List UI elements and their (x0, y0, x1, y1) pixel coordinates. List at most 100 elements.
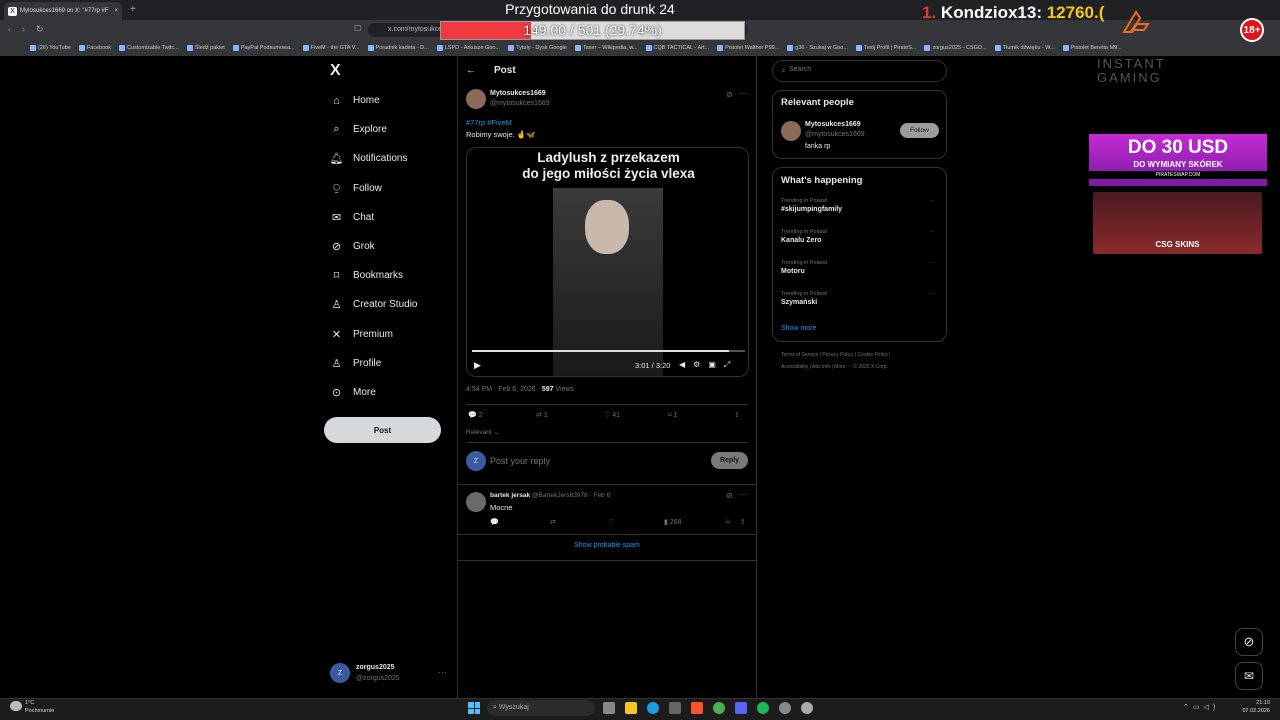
nav-item-profile[interactable]: ♙ Profile (330, 357, 382, 370)
show-more-link[interactable]: Show more (781, 325, 816, 332)
nav-item-more[interactable]: ⊙ More (330, 386, 376, 399)
nav-item-premium[interactable]: ✕ Premium (330, 328, 393, 341)
video-player[interactable]: Ladylush z przekazem do jego miłości życ… (466, 147, 749, 377)
account-more-icon[interactable]: ··· (438, 667, 447, 677)
bookmark-item[interactable]: Customizable Twitc... (118, 45, 179, 51)
bookmark-action[interactable]: ⌑ 1 (668, 411, 734, 419)
search-box[interactable]: ⌕ (772, 60, 947, 82)
volume-icon[interactable]: ◀ (679, 360, 693, 369)
new-tab-button[interactable]: + (130, 4, 136, 15)
bookmark-item[interactable]: zorgus2025 - CSGO... (924, 45, 987, 51)
play-icon[interactable]: ▶ (474, 360, 481, 371)
nav-item-creator-studio[interactable]: ♙ Creator Studio (330, 298, 418, 311)
footer-links-2[interactable]: Accessibility | Ads info | More ··· © 20… (781, 364, 888, 370)
bookmark-item[interactable]: (26) YouTube (30, 45, 71, 51)
bookmark-item[interactable]: Poradnik kadeta - D... (367, 45, 429, 51)
bookmark-item[interactable]: Pistolet Walther P99... (717, 45, 779, 51)
bookmark-item[interactable]: Tytuły - Dysk Google (508, 45, 567, 51)
forward-icon[interactable]: › (22, 24, 25, 34)
bookmark-item[interactable]: Pistolet Beretta M9... (1062, 45, 1122, 51)
comment-author[interactable]: bartek jersak (490, 492, 530, 499)
views-icon[interactable]: ▮ 268 (664, 518, 726, 526)
reply-input[interactable] (490, 454, 690, 468)
nav-item-grok[interactable]: ⊘ Grok (330, 240, 375, 253)
trend-item[interactable]: Trending in Poland Motoru ··· (781, 260, 941, 275)
settings-icon[interactable]: ⚙ (693, 360, 708, 369)
share-icon[interactable]: ⇪ (740, 518, 746, 526)
reload-icon[interactable]: ↻ (36, 24, 44, 35)
nav-item-bookmarks[interactable]: ⌑ Bookmarks (330, 269, 403, 282)
bookmark-item[interactable]: Śledź pakiet (186, 45, 225, 51)
nav-item-chat[interactable]: ✉ Chat (330, 211, 374, 224)
author-name[interactable]: Mytosukces1669 (490, 90, 546, 97)
nav-item-home[interactable]: ⌂ Home (330, 94, 380, 107)
trend-more-icon[interactable]: ··· (929, 291, 935, 297)
edge-icon[interactable] (647, 702, 659, 714)
comment-more-icon[interactable]: ··· (739, 490, 747, 499)
account-avatar[interactable]: Z (330, 663, 350, 683)
bookmark-item[interactable]: CQB TACTICAL - Art... (645, 45, 709, 51)
like-action[interactable]: ♡ 41 (604, 411, 668, 419)
x-logo[interactable]: X (330, 62, 341, 80)
follow-button[interactable]: Follow (900, 123, 939, 138)
bookmark-item[interactable]: Facebook (78, 45, 111, 51)
footer-links-1[interactable]: Terms of Service | Privacy Policy | Cook… (781, 352, 890, 358)
bookmark-item[interactable]: Taser – Wikipedia, w... (574, 45, 638, 51)
share-icon[interactable]: ⇪ (734, 411, 740, 419)
bookmark-icon[interactable]: ⌑ (726, 518, 740, 526)
nav-item-explore[interactable]: ⌕ Explore (330, 123, 387, 136)
bookmark-item[interactable]: PayPal Podsumowa... (232, 45, 295, 51)
brave-icon[interactable] (691, 702, 703, 714)
post-button[interactable]: Post (324, 417, 441, 443)
bookmark-item[interactable]: Twój Profil | PirateS... (855, 45, 916, 51)
chrome-icon[interactable] (713, 702, 725, 714)
back-icon[interactable]: ‹ (8, 24, 11, 34)
author-handle[interactable]: @mytosukces1669 (490, 100, 550, 107)
settings-icon[interactable] (779, 702, 791, 714)
person-avatar[interactable] (781, 121, 801, 141)
file-explorer-icon[interactable] (625, 702, 637, 714)
trend-more-icon[interactable]: ··· (929, 229, 935, 235)
csgoskins-ad[interactable]: CSG SKINS (1093, 192, 1262, 254)
comment-handle[interactable]: @BartekJers63978 (532, 492, 588, 499)
grok-float-icon[interactable]: ⊘ (1235, 628, 1263, 656)
close-tab-icon[interactable]: × (114, 8, 118, 14)
repost-action[interactable]: ⇄ 1 (536, 411, 604, 419)
post-hashtags[interactable]: #77rp #FiveM (466, 118, 512, 127)
reply-button[interactable]: Reply (711, 452, 748, 469)
video-scrubber[interactable] (472, 350, 745, 352)
bookmark-page-icon[interactable]: ☐ (354, 24, 361, 33)
start-icon[interactable] (468, 702, 480, 714)
messages-float-icon[interactable]: ✉ (1235, 662, 1263, 690)
person-name[interactable]: Mytosukces1669 (805, 121, 861, 128)
bookmark-item[interactable]: LSPD - Arkusze Goo... (436, 45, 500, 51)
pirateswap-ad[interactable]: DO 30 USD DO WYMIANY SKÓREK PIRATESWAP.C… (1089, 134, 1267, 186)
taskbar-search[interactable]: ⌕ Wyszukaj (487, 700, 595, 716)
comment-avatar[interactable] (466, 492, 486, 512)
like-icon[interactable]: ♡ (608, 518, 664, 526)
browser-tab[interactable]: X Mytosukces1669 on X: "#77rp #F × (4, 2, 122, 20)
sort-dropdown[interactable]: Relevant ⌄ (466, 428, 499, 436)
show-spam-link[interactable]: Show probable spam (458, 542, 756, 549)
fullscreen-icon[interactable]: ⤢ (724, 360, 738, 369)
trend-more-icon[interactable]: ··· (929, 198, 935, 204)
system-tray-icons[interactable]: ⌃▭◁) (1183, 703, 1219, 711)
repost-icon[interactable]: ⇄ (550, 518, 608, 526)
post-more-icon[interactable]: ··· (739, 89, 747, 98)
bookmark-item[interactable]: g36 - Szukaj w Goo... (787, 45, 848, 51)
reply-action[interactable]: 💬 2 (468, 411, 536, 419)
person-handle[interactable]: @mytosukces1669 (805, 131, 865, 138)
account-name[interactable]: zorgus2025 (356, 664, 395, 671)
spotify-icon[interactable] (757, 702, 769, 714)
bookmark-item[interactable]: FiveM - the GTA V... (302, 45, 360, 51)
task-view-icon[interactable] (603, 702, 615, 714)
discord-icon[interactable] (735, 702, 747, 714)
nav-item-notifications[interactable]: 🔔︎ Notifications (330, 152, 408, 165)
trend-item[interactable]: Trending in Poland Szymański ··· (781, 291, 941, 306)
trend-more-icon[interactable]: ··· (929, 260, 935, 266)
search-input[interactable] (789, 66, 939, 73)
pip-icon[interactable]: ▣ (708, 360, 724, 369)
app-icon[interactable] (801, 702, 813, 714)
trend-item[interactable]: Trending in Poland Kanalu Zero ··· (781, 229, 941, 244)
bookmark-item[interactable]: Tłumik dźwięku - W... (994, 45, 1055, 51)
